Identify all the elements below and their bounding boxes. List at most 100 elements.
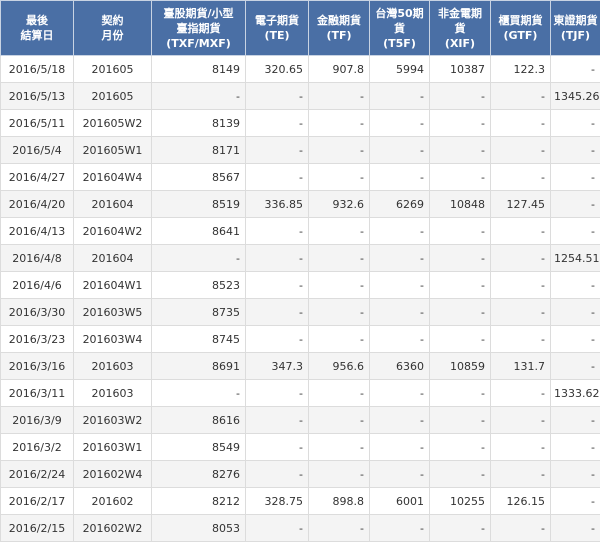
table-row: 2016/5/11201605W28139------ <box>1 110 600 137</box>
cell-te: - <box>246 218 309 245</box>
cell-te: - <box>246 434 309 461</box>
cell-te: - <box>246 380 309 407</box>
cell-gtf: 122.3 <box>491 56 551 83</box>
cell-contract-month: 201604 <box>74 191 152 218</box>
cell-gtf: - <box>491 380 551 407</box>
cell-tf: - <box>309 137 370 164</box>
cell-txf-mxf: 8745 <box>152 326 246 353</box>
col-header-t5f: 台灣50期 貨 (T5F) <box>370 1 430 56</box>
cell-settlement-date: 2016/4/13 <box>1 218 74 245</box>
cell-xif: 10255 <box>430 488 491 515</box>
cell-tjf: - <box>551 191 600 218</box>
cell-contract-month: 201603 <box>74 353 152 380</box>
cell-tjf: 1254.51 <box>551 245 600 272</box>
cell-tf: 898.8 <box>309 488 370 515</box>
table-row: 2016/4/202016048519336.85932.66269108481… <box>1 191 600 218</box>
col-header-txf-mxf: 臺股期貨/小型 臺指期貨 (TXF/MXF) <box>152 1 246 56</box>
col-header-contract-month: 契約 月份 <box>74 1 152 56</box>
cell-tjf: - <box>551 299 600 326</box>
cell-t5f: - <box>370 137 430 164</box>
cell-txf-mxf: 8212 <box>152 488 246 515</box>
cell-contract-month: 201603W1 <box>74 434 152 461</box>
cell-te: - <box>246 461 309 488</box>
cell-gtf: - <box>491 461 551 488</box>
cell-te: - <box>246 272 309 299</box>
cell-te: - <box>246 515 309 542</box>
cell-tf: - <box>309 272 370 299</box>
cell-xif: - <box>430 272 491 299</box>
cell-t5f: - <box>370 83 430 110</box>
cell-te: 328.75 <box>246 488 309 515</box>
cell-gtf: - <box>491 83 551 110</box>
table-row: 2016/2/15201602W28053------ <box>1 515 600 542</box>
cell-gtf: - <box>491 245 551 272</box>
cell-settlement-date: 2016/4/20 <box>1 191 74 218</box>
cell-te: - <box>246 299 309 326</box>
cell-tf: - <box>309 299 370 326</box>
cell-xif: - <box>430 434 491 461</box>
cell-txf-mxf: - <box>152 380 246 407</box>
cell-xif: - <box>430 164 491 191</box>
cell-contract-month: 201604W4 <box>74 164 152 191</box>
cell-xif: - <box>430 218 491 245</box>
cell-contract-month: 201603W5 <box>74 299 152 326</box>
cell-t5f: - <box>370 515 430 542</box>
cell-t5f: - <box>370 164 430 191</box>
cell-settlement-date: 2016/2/24 <box>1 461 74 488</box>
cell-te: - <box>246 137 309 164</box>
cell-contract-month: 201604W1 <box>74 272 152 299</box>
table-body: 2016/5/182016058149320.65907.85994103871… <box>1 56 600 542</box>
col-header-tjf: 東證期貨 (TJF) <box>551 1 600 56</box>
cell-tf: - <box>309 164 370 191</box>
col-header-xif: 非金電期 貨 (XIF) <box>430 1 491 56</box>
cell-t5f: - <box>370 434 430 461</box>
cell-settlement-date: 2016/2/17 <box>1 488 74 515</box>
cell-contract-month: 201602W2 <box>74 515 152 542</box>
cell-tf: 907.8 <box>309 56 370 83</box>
header-row: 最後 結算日 契約 月份 臺股期貨/小型 臺指期貨 (TXF/MXF) 電子期貨… <box>1 1 600 56</box>
cell-tf: - <box>309 407 370 434</box>
cell-t5f: - <box>370 461 430 488</box>
cell-tjf: - <box>551 56 600 83</box>
cell-xif: - <box>430 407 491 434</box>
cell-contract-month: 201605 <box>74 56 152 83</box>
cell-xif: 10859 <box>430 353 491 380</box>
cell-txf-mxf: 8053 <box>152 515 246 542</box>
cell-xif: - <box>430 326 491 353</box>
cell-te: - <box>246 164 309 191</box>
cell-gtf: 127.45 <box>491 191 551 218</box>
cell-txf-mxf: 8519 <box>152 191 246 218</box>
cell-t5f: - <box>370 407 430 434</box>
cell-settlement-date: 2016/5/13 <box>1 83 74 110</box>
cell-settlement-date: 2016/2/15 <box>1 515 74 542</box>
table-row: 2016/4/13201604W28641------ <box>1 218 600 245</box>
cell-gtf: 126.15 <box>491 488 551 515</box>
table-row: 2016/3/9201603W28616------ <box>1 407 600 434</box>
cell-t5f: - <box>370 110 430 137</box>
cell-tf: 932.6 <box>309 191 370 218</box>
cell-te: - <box>246 110 309 137</box>
cell-tf: - <box>309 434 370 461</box>
table-row: 2016/3/23201603W48745------ <box>1 326 600 353</box>
cell-contract-month: 201604W2 <box>74 218 152 245</box>
col-header-settlement-date: 最後 結算日 <box>1 1 74 56</box>
cell-txf-mxf: 8549 <box>152 434 246 461</box>
cell-gtf: - <box>491 164 551 191</box>
cell-txf-mxf: 8735 <box>152 299 246 326</box>
cell-settlement-date: 2016/4/27 <box>1 164 74 191</box>
cell-contract-month: 201603W4 <box>74 326 152 353</box>
cell-xif: - <box>430 380 491 407</box>
cell-tf: - <box>309 245 370 272</box>
table-row: 2016/3/2201603W18549------ <box>1 434 600 461</box>
cell-gtf: 131.7 <box>491 353 551 380</box>
cell-settlement-date: 2016/4/6 <box>1 272 74 299</box>
cell-settlement-date: 2016/3/2 <box>1 434 74 461</box>
cell-tf: - <box>309 83 370 110</box>
table-row: 2016/3/162016038691347.3956.663601085913… <box>1 353 600 380</box>
cell-contract-month: 201605 <box>74 83 152 110</box>
cell-tf: - <box>309 380 370 407</box>
table-row: 2016/2/24201602W48276------ <box>1 461 600 488</box>
cell-contract-month: 201604 <box>74 245 152 272</box>
cell-contract-month: 201603W2 <box>74 407 152 434</box>
cell-tf: - <box>309 515 370 542</box>
